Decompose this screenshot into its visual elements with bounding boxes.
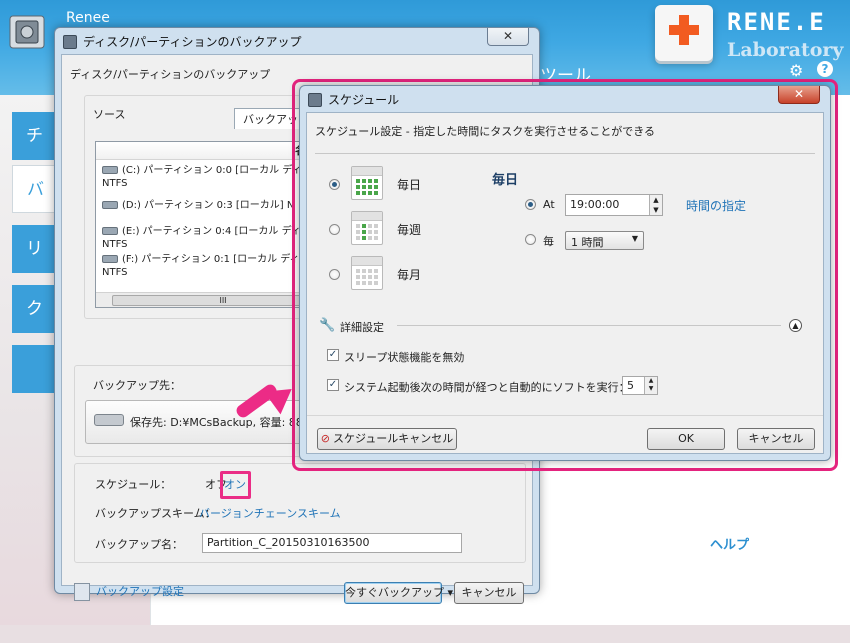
backup-name-label: バックアップ名： [95,538,183,551]
auto-run-checkbox[interactable]: ✓ [327,379,339,391]
chevron-down-icon: ▼ [631,234,638,243]
sidebar-item-4[interactable]: ク [12,285,56,333]
help-link[interactable]: ヘルプ [710,534,749,553]
disk-icon [102,166,118,174]
spin-down-icon[interactable]: ▼ [650,205,662,215]
spin-down-icon[interactable]: ▼ [645,385,657,393]
scheme-label: バックアップスキーム： [95,507,216,520]
schedule-window-icon [308,92,322,107]
list-item[interactable]: (F:) パーティション 0:1 [ローカル ディ NTFS [102,253,300,279]
app-window-icon [63,34,77,49]
app-logo-icon [8,12,52,52]
auto-run-label: システム起動後次の時間が経つと自動的にソフトを実行： [344,381,630,394]
settings-document-icon [74,583,90,601]
source-label: ソース [93,108,126,121]
time-spinner[interactable]: ▲ ▼ [649,195,662,215]
scheme-link[interactable]: バージョンチェーンスキーム [199,505,341,521]
disable-sleep-label: スリープ状態機能を無効 [344,351,465,364]
brand-logo-icon [655,5,713,61]
specify-time-link[interactable]: 時間の指定 [686,197,746,214]
sidebar-item-1[interactable]: チュ [12,112,56,160]
schedule-dialog: スケジュール ✕ スケジュール設定 - 指定した時間にタスクを実行させることがで… [299,85,831,461]
sidebar-item-5[interactable] [12,345,56,393]
radio-daily[interactable] [329,179,340,190]
radio-monthly[interactable] [329,269,340,280]
time-input[interactable]: 19:00:00 ▲ ▼ [565,194,663,216]
schedule-highlight-box [220,471,251,499]
schedule-label: スケジュール： [95,478,172,491]
spin-up-icon[interactable]: ▲ [645,377,657,385]
schedule-dialog-title: スケジュール [308,91,399,108]
help-icon[interactable]: ? [817,61,833,77]
schedule-cancel-button[interactable]: キャンセル [737,428,815,450]
at-label: At [543,198,555,211]
option-daily-label: 毎日 [397,178,422,192]
advanced-settings-label: 詳細設定 [340,321,384,334]
radio-weekly[interactable] [329,224,340,235]
schedule-dialog-client: スケジュール設定 - 指定した時間にタスクを実行させることができる 毎日 毎週 … [306,112,824,454]
brand-sub: Laboratory [727,39,844,61]
divider [397,325,781,326]
gear-icon[interactable]: ⚙ [789,61,803,80]
calendar-weekly-icon [351,211,383,245]
collapse-icon[interactable]: ▲ [789,319,802,332]
disable-sleep-checkbox[interactable]: ✓ [327,349,339,361]
auto-run-value: 5 [627,379,634,392]
wrench-icon: 🔧 [319,318,336,333]
radio-at-time[interactable] [525,199,536,210]
calendar-monthly-icon [351,256,383,290]
backup-name-field[interactable]: Partition_C_20150310163500 [202,533,462,553]
divider [307,415,823,416]
close-button[interactable]: ✕ [487,28,529,46]
list-item[interactable]: (C:) パーティション 0:0 [ローカル ディ NTFS [102,164,302,190]
app-footer [0,625,850,643]
disk-icon [102,227,118,235]
brand-name: RENE.E [727,8,826,36]
backup-now-button[interactable]: 今すぐバックアップ ▾ [344,582,453,604]
options-group: スケジュール： オフ オン バックアップスキーム： バージョンチェーンスキーム … [74,463,526,563]
interval-select[interactable]: 1 時間 ▼ [565,231,644,250]
backup-settings-link[interactable]: バックアップ設定 [74,583,184,601]
sidebar-item-3[interactable]: リ [12,225,56,273]
destination-label: バックアップ先： [93,379,181,392]
daily-title: 毎日 [492,173,519,188]
hard-drive-icon [94,414,124,426]
auto-run-minutes-input[interactable]: 5 ▲ ▼ [622,376,658,395]
option-monthly-label: 毎月 [397,268,422,282]
list-item[interactable]: (E:) パーティション 0:4 [ローカル ディ NTFS [102,225,301,251]
cancel-schedule-button[interactable]: ⊘ スケジュールキャンセル [317,428,457,450]
sidebar-item-2[interactable]: バ [12,165,56,213]
close-button[interactable]: ✕ [778,86,820,104]
ok-button[interactable]: OK [647,428,725,450]
calendar-daily-icon [351,166,383,200]
divider [315,153,815,154]
app-name: Renee [66,10,110,26]
time-value: 19:00:00 [570,198,620,211]
backup-cancel-button[interactable]: キャンセル [454,582,524,604]
schedule-description: スケジュール設定 - 指定した時間にタスクを実行させることができる [315,125,655,138]
backup-window-title: ディスク/パーティションのバックアップ [63,33,302,50]
option-weekly-label: 毎週 [397,223,422,237]
minutes-spinner[interactable]: ▲ ▼ [644,377,657,394]
spin-up-icon[interactable]: ▲ [650,195,662,205]
radio-every[interactable] [525,234,536,245]
backup-heading: ディスク/パーティションのバックアップ [70,68,271,81]
list-item[interactable]: (D:) パーティション 0:3 [ローカル] N [102,199,294,212]
every-label: 毎 [543,235,554,248]
disk-icon [102,255,118,263]
disk-icon [102,201,118,209]
interval-value: 1 時間 [571,236,604,249]
destination-path: 保存先: D:¥MCsBackup, 容量: 88. [130,416,307,429]
calendar-cancel-icon: ⊘ [320,432,330,445]
